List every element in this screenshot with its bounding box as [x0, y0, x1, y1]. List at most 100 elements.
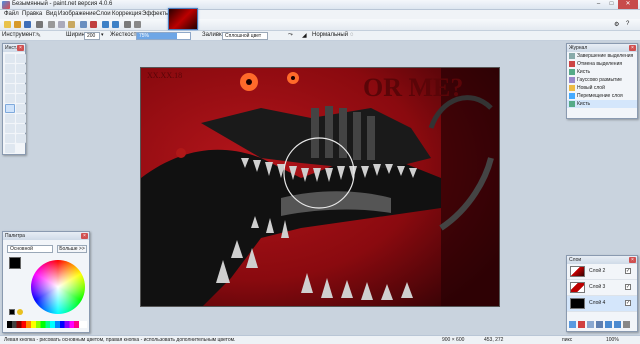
blend-mode-select[interactable]: Нормальный	[312, 32, 348, 38]
fill-select[interactable]: Сплошной цвет	[222, 32, 268, 40]
tools-panel-close-button[interactable]: ×	[17, 45, 24, 51]
history-panel-close-button[interactable]: ×	[629, 45, 636, 51]
tools-panel-title: Инст... ×	[3, 44, 25, 52]
primary-color-swatch[interactable]	[9, 257, 21, 269]
eraser-icon[interactable]	[16, 104, 26, 113]
layer-row[interactable]: Слой 2 ✓	[567, 264, 637, 280]
menu-view[interactable]: Вид	[46, 11, 57, 17]
pencil-icon[interactable]	[5, 114, 15, 123]
move-layer-down-icon[interactable]	[614, 321, 621, 328]
redo-icon[interactable]	[112, 21, 119, 28]
magic-wand-icon[interactable]	[5, 84, 15, 93]
history-item[interactable]: Завершение выделения	[567, 52, 637, 60]
tool-options-bar: Инструмент: ✎ Ширина: 200 ▾ Жесткость: 7…	[0, 31, 640, 41]
crop-icon[interactable]	[80, 21, 87, 28]
document-thumbnail[interactable]	[168, 8, 198, 30]
menu-layers[interactable]: Слои	[96, 11, 111, 17]
menu-file[interactable]: Файл	[4, 11, 19, 17]
layer-row-selected[interactable]: Слой 4 ✓	[567, 296, 637, 312]
recolor-icon[interactable]	[16, 124, 26, 133]
blend-icon[interactable]: ⤳	[288, 32, 293, 39]
history-panel: Журнал × Завершение выделения Отмена выд…	[566, 43, 638, 119]
undo-icon[interactable]	[102, 21, 109, 28]
move-layer-up-icon[interactable]	[605, 321, 612, 328]
close-button[interactable]: ✕	[618, 0, 638, 9]
palette-mode-select[interactable]: Основной	[7, 245, 53, 253]
ellipse-select-icon[interactable]	[5, 74, 15, 83]
units-select[interactable]: пикс	[562, 337, 572, 343]
deselect-icon[interactable]	[90, 21, 97, 28]
open-icon[interactable]	[14, 21, 21, 28]
new-icon[interactable]	[4, 21, 11, 28]
lasso-icon[interactable]	[5, 64, 15, 73]
color-picker-icon[interactable]	[16, 114, 26, 123]
more-colors-button[interactable]: Больше >>	[57, 245, 87, 253]
width-input[interactable]: 200	[84, 32, 100, 40]
layers-panel-title-text: Слои	[569, 257, 582, 263]
history-item[interactable]: Кисть	[567, 68, 637, 76]
canvas-artwork: OR ME? XX.XX.18	[141, 68, 499, 306]
pan-icon[interactable]	[16, 84, 26, 93]
tools-grid	[3, 52, 26, 155]
layer-thumbnail	[570, 298, 585, 309]
antialias-icon[interactable]: ◢	[302, 32, 307, 39]
delete-layer-icon[interactable]	[578, 321, 585, 328]
history-item[interactable]: Перемещение слоя	[567, 92, 637, 100]
paint-bucket-icon[interactable]	[5, 94, 15, 103]
zoom-level[interactable]: 100%	[606, 337, 619, 343]
save-icon[interactable]	[24, 21, 31, 28]
help-icon[interactable]: ?	[626, 21, 629, 27]
zoom-icon[interactable]	[16, 74, 26, 83]
width-dropdown-icon[interactable]: ▾	[101, 32, 104, 38]
move-icon[interactable]	[16, 64, 26, 73]
alpha-mode-icon[interactable]: ◌	[350, 32, 354, 38]
layer-row[interactable]: Слой 3 ✓	[567, 280, 637, 296]
black-swatch[interactable]	[9, 309, 15, 315]
history-item-selected[interactable]: Кисть	[567, 100, 637, 108]
brush-tool-icon[interactable]: ✎	[36, 32, 41, 39]
gradient-icon[interactable]	[16, 94, 26, 103]
move-selection-icon[interactable]	[16, 54, 26, 63]
line-curve-icon[interactable]	[16, 134, 26, 143]
history-item[interactable]: Новый слой	[567, 84, 637, 92]
clone-stamp-icon[interactable]	[5, 124, 15, 133]
layer-name: Слой 2	[589, 268, 606, 274]
select-icon	[569, 53, 575, 59]
print-icon[interactable]	[36, 21, 43, 28]
shapes-icon[interactable]	[5, 144, 15, 153]
rect-select-icon[interactable]	[5, 54, 15, 63]
layer-visibility-checkbox[interactable]: ✓	[625, 284, 631, 290]
paste-icon[interactable]	[68, 21, 75, 28]
ruler-icon[interactable]	[134, 21, 141, 28]
text-icon[interactable]	[5, 134, 15, 143]
merge-layer-icon[interactable]	[596, 321, 603, 328]
add-layer-icon[interactable]	[569, 321, 576, 328]
layer-properties-icon[interactable]	[623, 321, 630, 328]
settings-icon[interactable]: ⚙	[614, 21, 619, 28]
grid-icon[interactable]	[124, 21, 131, 28]
menu-edit[interactable]: Правка	[22, 11, 42, 17]
palette-panel-close-button[interactable]: ×	[81, 233, 88, 239]
menu-effects[interactable]: Эффекты	[142, 11, 169, 17]
image-canvas[interactable]: OR ME? XX.XX.18	[140, 67, 500, 307]
layer-name: Слой 4	[589, 300, 606, 306]
layer-visibility-checkbox[interactable]: ✓	[625, 300, 631, 306]
palette-swatch-strip[interactable]	[7, 321, 87, 328]
main-toolbar: ⚙ ?	[0, 19, 640, 31]
duplicate-layer-icon[interactable]	[587, 321, 594, 328]
menu-adjustments[interactable]: Коррекция	[112, 11, 142, 17]
swap-colors-icon[interactable]	[17, 309, 23, 315]
history-item[interactable]: Гауссово размытие	[567, 76, 637, 84]
minimize-button[interactable]: –	[592, 0, 605, 9]
layers-panel-close-button[interactable]: ×	[629, 257, 636, 263]
menu-image[interactable]: Изображение	[58, 11, 96, 17]
history-item[interactable]: Отмена выделения	[567, 60, 637, 68]
hardness-slider[interactable]: 75%	[136, 32, 191, 40]
paintbrush-icon[interactable]	[5, 104, 15, 113]
color-wheel[interactable]	[31, 260, 85, 314]
cut-icon[interactable]	[48, 21, 55, 28]
app-icon	[2, 1, 10, 9]
layer-visibility-checkbox[interactable]: ✓	[625, 268, 631, 274]
maximize-button[interactable]: □	[605, 0, 618, 9]
copy-icon[interactable]	[58, 21, 65, 28]
